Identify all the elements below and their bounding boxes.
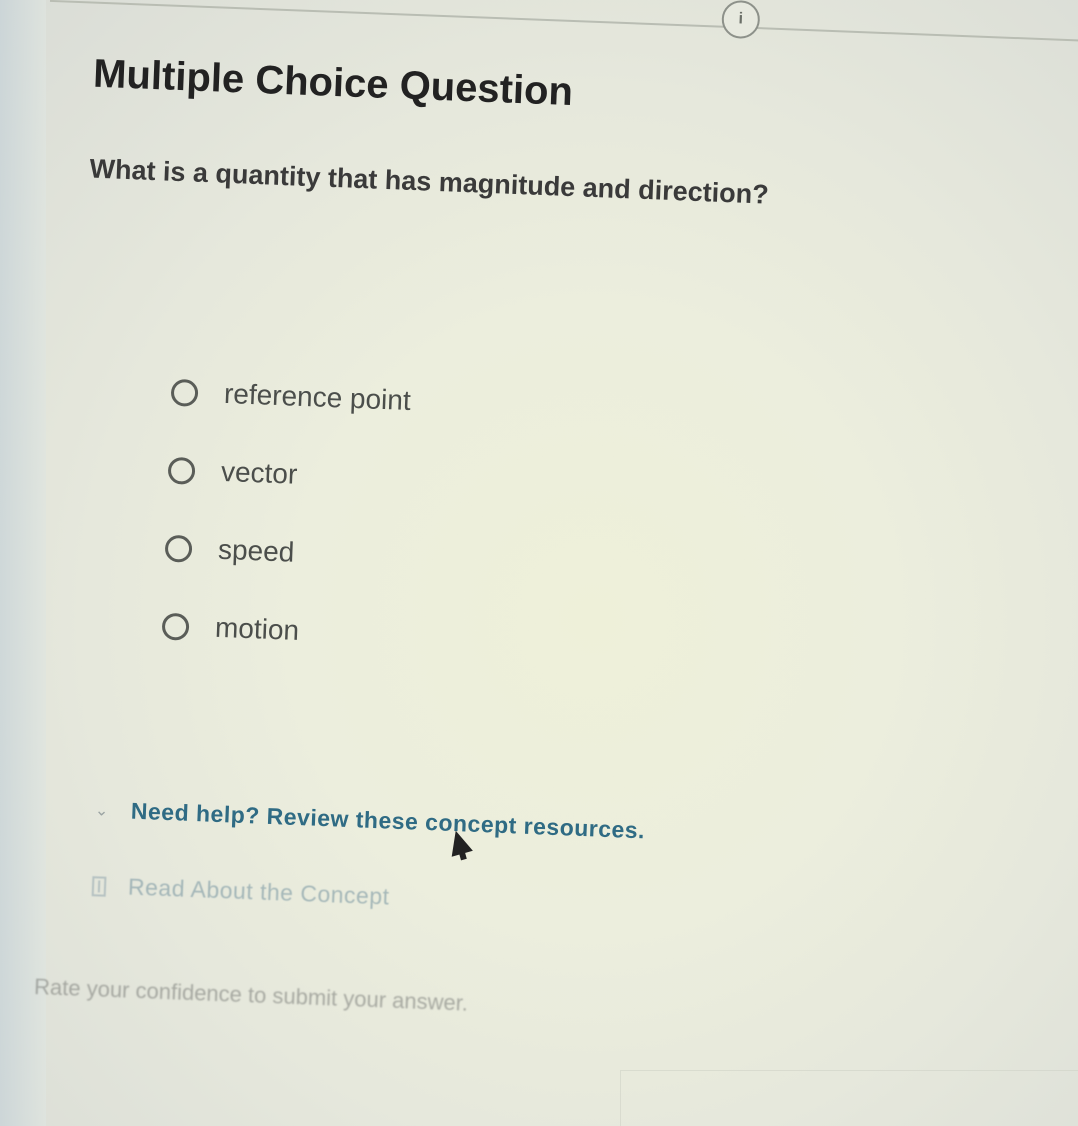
question-panel: i Multiple Choice Question What is a qua… [0, 0, 1078, 1126]
top-divider [49, 0, 1078, 45]
answer-option-label: vector [220, 455, 298, 490]
question-type-heading: Multiple Choice Question [92, 51, 574, 115]
answer-option-motion[interactable]: motion [161, 606, 402, 655]
radio-button[interactable] [170, 378, 199, 407]
info-icon[interactable]: i [721, 0, 761, 40]
radio-button[interactable] [164, 534, 193, 563]
help-resources-toggle[interactable]: ⌄ Need help? Review these concept resour… [94, 796, 646, 844]
question-prompt: What is a quantity that has magnitude an… [89, 153, 770, 210]
answer-option-vector[interactable]: vector [167, 450, 408, 499]
chevron-down-icon: ⌄ [94, 801, 109, 820]
confidence-prompt: Rate your confidence to submit your answ… [33, 974, 469, 1016]
answer-option-speed[interactable]: speed [164, 528, 405, 577]
resource-label: Read About the Concept [127, 873, 391, 910]
answer-option-reference-point[interactable]: reference point [170, 372, 411, 421]
read-about-concept-link[interactable]: Read About the Concept [91, 872, 391, 910]
radio-button[interactable] [161, 612, 190, 641]
answer-options: reference point vector speed motion [160, 372, 412, 693]
help-resources-label: Need help? Review these concept resource… [130, 797, 646, 844]
book-icon [91, 875, 107, 897]
confidence-buttons-area [620, 1070, 1078, 1126]
answer-option-label: reference point [223, 377, 412, 417]
answer-option-label: speed [217, 533, 295, 568]
radio-button[interactable] [167, 456, 196, 485]
answer-option-label: motion [214, 611, 300, 646]
